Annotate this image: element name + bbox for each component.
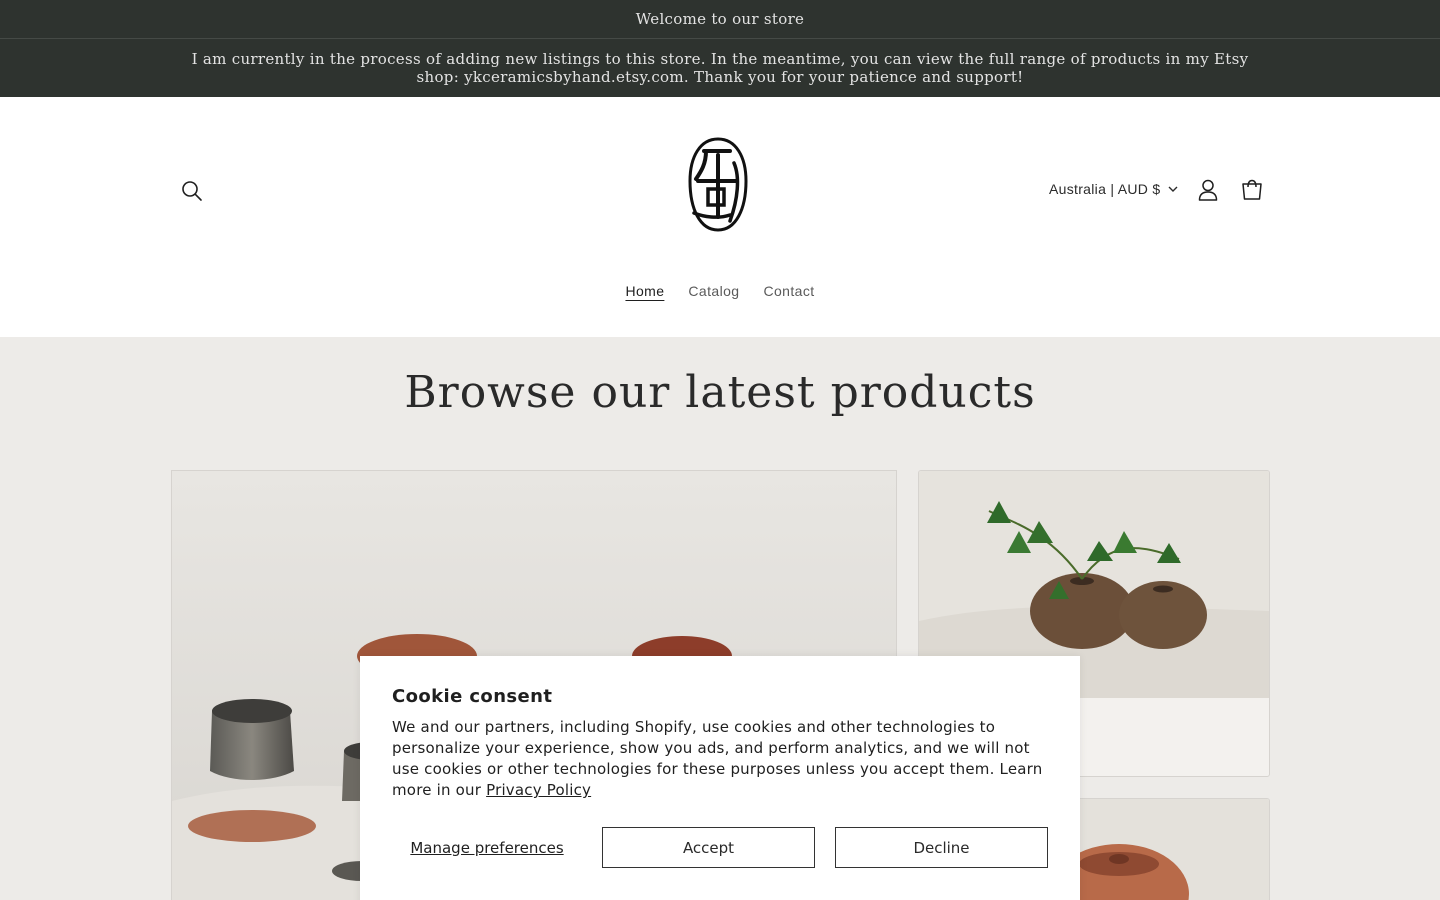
seal-logo bbox=[688, 137, 748, 232]
user-icon bbox=[1198, 179, 1218, 201]
accept-button[interactable]: Accept bbox=[602, 827, 815, 868]
cart-button[interactable] bbox=[1238, 175, 1266, 205]
cookie-actions: Manage preferences Accept Decline bbox=[392, 827, 1048, 868]
nav-home[interactable]: Home bbox=[625, 283, 664, 299]
chevron-down-icon bbox=[1168, 186, 1178, 192]
currency-label: Australia | AUD $ bbox=[1049, 181, 1161, 197]
nav-contact[interactable]: Contact bbox=[763, 283, 814, 299]
currency-selector[interactable]: Australia | AUD $ bbox=[1049, 181, 1178, 197]
nav-catalog[interactable]: Catalog bbox=[688, 283, 739, 299]
cookie-consent-dialog: Cookie consent We and our partners, incl… bbox=[360, 656, 1080, 900]
section-title: Browse our latest products bbox=[404, 367, 1036, 418]
site-header: Australia | AUD $ Home Catalog Contact bbox=[0, 97, 1440, 337]
announcement-bar-welcome: Welcome to our store bbox=[0, 0, 1440, 39]
main-nav: Home Catalog Contact bbox=[0, 283, 1440, 299]
cookie-title: Cookie consent bbox=[392, 686, 553, 707]
welcome-text: Welcome to our store bbox=[635, 10, 805, 28]
search-button[interactable] bbox=[176, 175, 208, 207]
announcement-bar-notice: I am currently in the process of adding … bbox=[0, 39, 1440, 97]
cookie-body: We and our partners, including Shopify, … bbox=[392, 717, 1048, 801]
search-icon bbox=[182, 181, 202, 201]
privacy-policy-link[interactable]: Privacy Policy bbox=[486, 781, 591, 799]
account-button[interactable] bbox=[1194, 175, 1222, 205]
decline-button[interactable]: Decline bbox=[835, 827, 1048, 868]
cart-icon bbox=[1242, 179, 1262, 200]
notice-text: I am currently in the process of adding … bbox=[191, 50, 1249, 86]
manage-preferences-button[interactable]: Manage preferences bbox=[392, 827, 582, 868]
store-logo[interactable] bbox=[678, 133, 758, 237]
